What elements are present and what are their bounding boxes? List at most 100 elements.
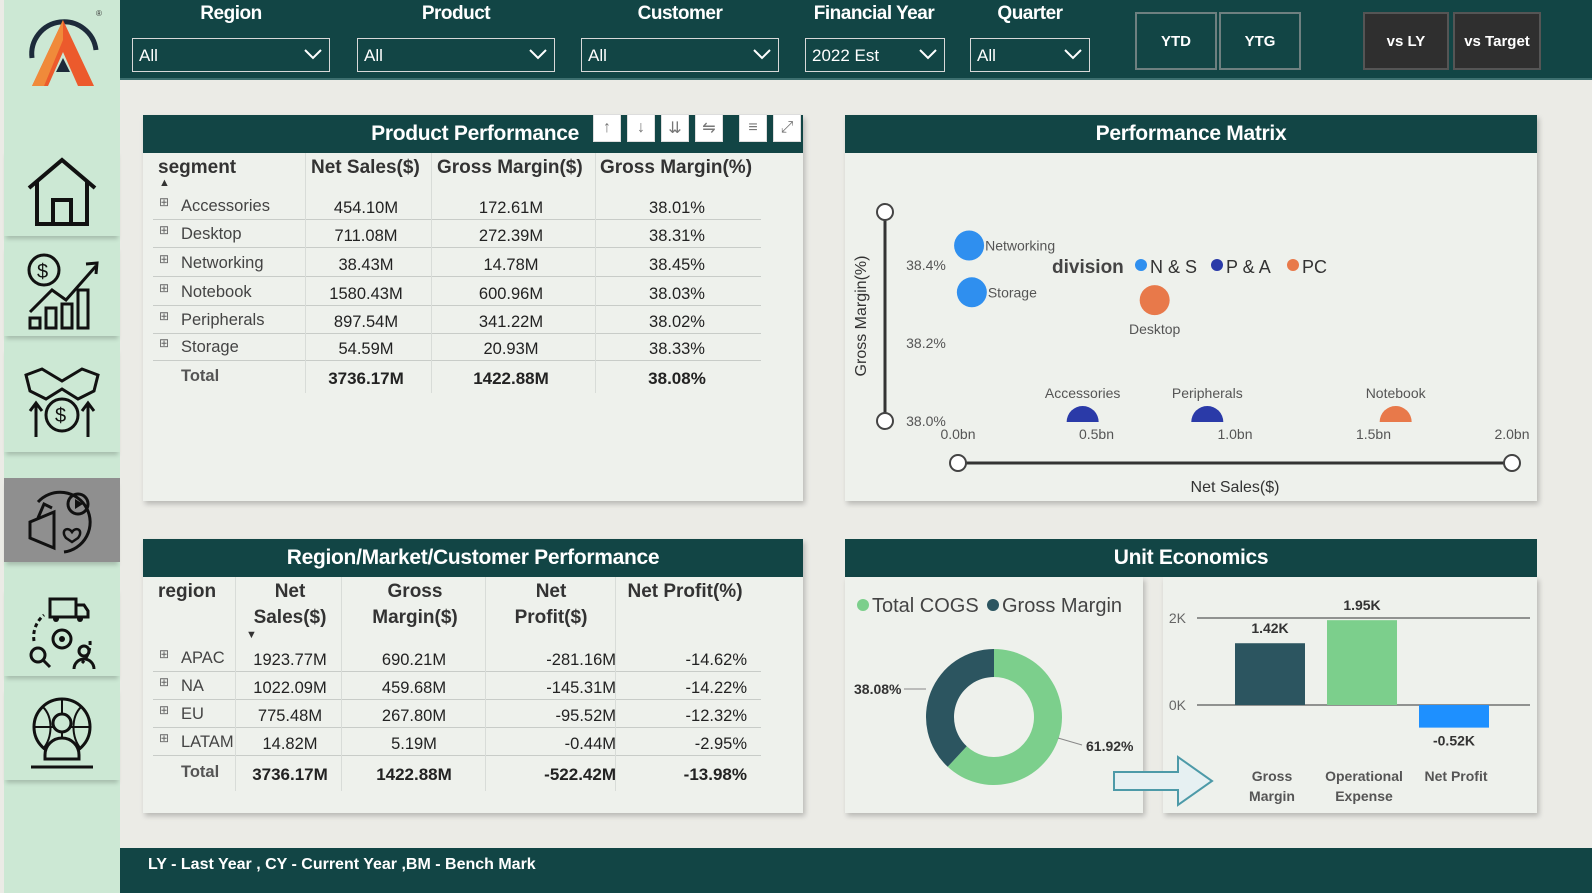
region-dropdown[interactable]: All: [132, 38, 330, 72]
product-dropdown[interactable]: All: [357, 38, 555, 72]
unit-economics-bar-chart: 0K 2K 1.42K Gross Margin 1.95K Operational Expe…: [1169, 597, 1530, 804]
x-slider-handle-right[interactable]: [1503, 454, 1521, 472]
expand-row-icon[interactable]: ⊞: [159, 252, 169, 266]
legend-item: Total COGS: [872, 595, 979, 617]
nav-sales[interactable]: $: [4, 346, 120, 452]
scatter-point[interactable]: [1191, 406, 1224, 422]
expand-row-icon[interactable]: ⊞: [159, 281, 169, 295]
vs-target-button[interactable]: vs Target: [1453, 12, 1541, 70]
donut-slice[interactable]: [926, 649, 994, 767]
total-cell: 1422.88M: [473, 369, 549, 388]
table-cell: 454.10M: [333, 199, 399, 217]
svg-text:$: $: [37, 261, 48, 283]
bar[interactable]: [1235, 643, 1305, 705]
nav-marketing[interactable]: [4, 478, 120, 562]
column-header[interactable]: segment: [158, 157, 236, 179]
y-tick-label: 38.2%: [906, 335, 946, 351]
region-performance-panel: Region/Market/Customer Performance regio…: [143, 539, 803, 813]
filter-financial-year: Financial Year 2022 Est: [793, 2, 955, 72]
slice-label: 61.92%: [1086, 738, 1134, 754]
ytd-button[interactable]: YTD: [1135, 12, 1217, 70]
expand-row-icon[interactable]: ⊞: [159, 195, 169, 209]
table-cell: 38.33%: [649, 340, 705, 358]
waterfall-card: 0K 2K 1.42K Gross Margin 1.95K Operational Expe…: [1163, 577, 1537, 813]
filter-product: Product All: [345, 2, 567, 72]
expand-row-icon[interactable]: ⊞: [159, 223, 169, 237]
legend-marker: [1287, 259, 1299, 271]
panel-title: Performance Matrix: [845, 115, 1537, 153]
vs-ly-button[interactable]: vs LY: [1363, 12, 1449, 70]
sort-descending-icon[interactable]: ↓: [627, 114, 655, 142]
y-tick-label: 38.4%: [906, 257, 946, 273]
sort-ascending-icon[interactable]: ↑: [593, 114, 621, 142]
x-category-label: Net Profit: [1425, 768, 1488, 784]
expand-row-icon[interactable]: ⊞: [159, 336, 169, 350]
expand-row-icon[interactable]: ⊞: [159, 675, 169, 689]
column-header[interactable]: Net Sales($): [311, 157, 420, 179]
expand-row-icon[interactable]: ⊞: [159, 309, 169, 323]
supply-chain-icon: [29, 597, 96, 670]
column-header[interactable]: Gross Margin(%): [600, 157, 752, 179]
bar[interactable]: [1419, 705, 1489, 728]
bar[interactable]: [1327, 620, 1397, 705]
column-header[interactable]: Profit($): [471, 607, 631, 629]
table-cell: -2.95%: [694, 735, 747, 753]
filter-label: Product: [421, 3, 491, 24]
column-header[interactable]: region: [158, 581, 216, 603]
table-cell: 897.54M: [333, 313, 399, 331]
expand-row-icon[interactable]: ⊞: [159, 731, 169, 745]
x-tick-label: 2.0bn: [1494, 426, 1529, 442]
dropdown-value: 2022 Est: [812, 46, 880, 65]
column-header[interactable]: Gross Margin($): [437, 157, 583, 179]
filter-icon[interactable]: ≡: [739, 114, 767, 142]
chevron-down-icon: [1064, 49, 1082, 60]
row-divider: [153, 727, 761, 728]
quarter-dropdown[interactable]: All: [970, 38, 1090, 72]
nav-executive[interactable]: [4, 686, 120, 780]
flow-arrow-icon: [1113, 755, 1214, 807]
financial-year-dropdown[interactable]: 2022 Est: [805, 38, 945, 72]
x-category-label: Operational: [1325, 768, 1403, 784]
ytg-button[interactable]: YTG: [1219, 12, 1301, 70]
scatter-point[interactable]: [954, 230, 985, 261]
sidebar: ® $ $: [4, 0, 120, 893]
legend-marker: [987, 599, 999, 611]
x-tick-label: 1.5bn: [1356, 426, 1391, 442]
chevron-down-icon: [919, 49, 937, 60]
nav-finance[interactable]: $: [4, 244, 120, 336]
point-label: Accessories: [1045, 385, 1120, 401]
table-cell: 38.31%: [649, 227, 705, 245]
scatter-point[interactable]: [956, 277, 987, 308]
row-divider: [153, 671, 761, 672]
y-slider-handle-bottom[interactable]: [876, 412, 894, 430]
expand-row-icon[interactable]: ⊞: [159, 647, 169, 661]
table-cell: Accessories: [181, 197, 270, 215]
sales-handshake-icon: $: [24, 367, 100, 437]
y-slider-handle-top[interactable]: [876, 203, 894, 221]
x-slider-handle-left[interactable]: [949, 454, 967, 472]
nav-supply-chain[interactable]: [4, 586, 120, 676]
focus-mode-icon[interactable]: ⤢: [773, 114, 801, 142]
customer-dropdown[interactable]: All: [581, 38, 779, 72]
scatter-point[interactable]: [1139, 285, 1170, 316]
drill-all-icon[interactable]: ⇊: [661, 114, 689, 142]
total-cell: -13.98%: [683, 765, 747, 784]
scatter-point[interactable]: [1066, 406, 1099, 422]
y-tick-label: 0K: [1169, 697, 1187, 713]
product-performance-panel: Product Performance segment Net Sales($) G…: [143, 115, 803, 501]
sort-indicator-icon: ▲: [159, 177, 170, 189]
table-cell: 38.02%: [649, 313, 705, 331]
nav-home[interactable]: [4, 148, 120, 236]
column-header[interactable]: Net Profit(%): [605, 581, 765, 603]
table-cell: Notebook: [181, 283, 252, 301]
x-tick-label: 0.0bn: [940, 426, 975, 442]
scatter-point[interactable]: [1379, 406, 1412, 422]
bar-value-label: -0.52K: [1433, 733, 1475, 749]
table-cell: 1580.43M: [329, 285, 403, 303]
chevron-down-icon: [529, 49, 547, 60]
marketing-megaphone-icon: [28, 490, 92, 554]
table-cell: Storage: [181, 338, 239, 356]
chevron-down-icon: [304, 49, 322, 60]
expand-hierarchy-icon[interactable]: ⇋: [695, 114, 723, 142]
expand-row-icon[interactable]: ⊞: [159, 703, 169, 717]
